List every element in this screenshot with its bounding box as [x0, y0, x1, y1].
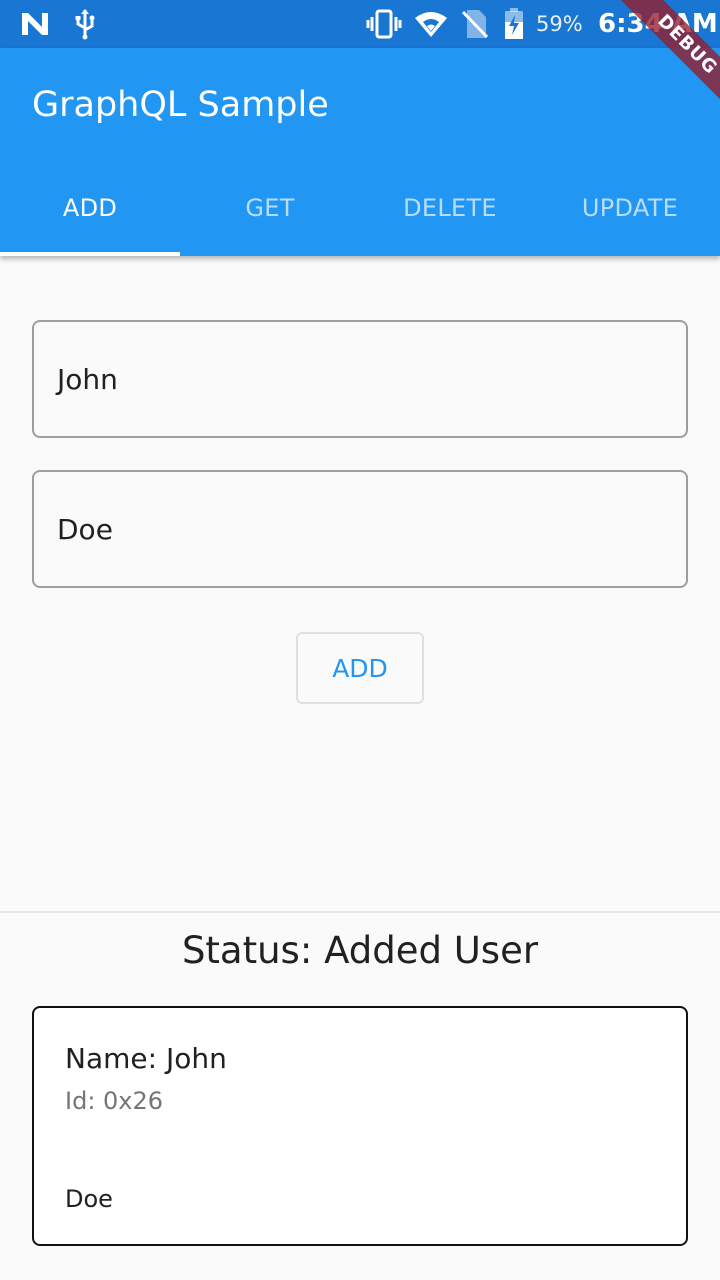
- page-title: GraphQL Sample: [32, 85, 329, 125]
- status-text: Status: Added User: [181, 929, 539, 972]
- wifi-icon: [414, 10, 448, 38]
- last-name-value: Doe: [57, 512, 113, 546]
- user-id: Id: 0x26: [65, 1087, 164, 1115]
- no-sim-icon: [462, 9, 488, 39]
- user-name: Name: John: [65, 1042, 227, 1075]
- n-notification-icon: [20, 11, 50, 37]
- user-card: Name: John Id: 0x26 Doe: [32, 1006, 688, 1246]
- battery-charging-icon: [504, 8, 524, 40]
- tab-update[interactable]: UPDATE: [540, 160, 720, 256]
- first-name-field[interactable]: John: [32, 320, 688, 438]
- tab-delete[interactable]: DELETE: [360, 160, 540, 256]
- battery-percent: 59%: [536, 12, 583, 36]
- tab-get[interactable]: GET: [180, 160, 360, 256]
- status-bar: 59% 6:34 AM: [0, 0, 720, 48]
- add-user-button[interactable]: ADD: [296, 632, 424, 704]
- vibrate-icon: [366, 8, 402, 40]
- app-bar: GraphQL Sample ADD GET DELETE UPDATE: [0, 48, 720, 256]
- first-name-value: John: [57, 362, 118, 396]
- user-last-name: Doe: [65, 1185, 113, 1213]
- tab-bar: ADD GET DELETE UPDATE: [0, 160, 720, 256]
- tab-add[interactable]: ADD: [0, 160, 180, 256]
- divider: [0, 911, 720, 913]
- usb-icon: [74, 8, 96, 40]
- last-name-field[interactable]: Doe: [32, 470, 688, 588]
